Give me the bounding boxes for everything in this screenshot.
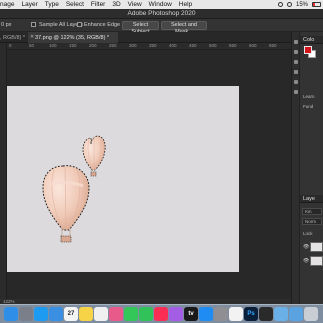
horizontal-ruler: 0 50 100 150 200 250 300 350 400 450 500… (7, 43, 291, 50)
system-menu-bar: nage Layer Type Select Filter 3D View Wi… (0, 0, 323, 9)
lock-label: Lock (303, 231, 313, 236)
select-subject-button[interactable]: Select Subject (122, 21, 159, 35)
large-balloon (42, 165, 90, 243)
select-and-mask-button[interactable]: Select and Mask... (161, 21, 207, 35)
options-left-text: 0 px (1, 22, 12, 28)
menu-select[interactable]: Select (66, 1, 84, 8)
dock-reminders-icon[interactable] (94, 307, 108, 321)
layer-thumbnail[interactable] (310, 256, 323, 266)
dock-facetime-icon[interactable] (124, 307, 138, 321)
dock-podcasts-icon[interactable] (169, 307, 183, 321)
balloon-image (42, 135, 106, 243)
status-icons: 15% (277, 0, 321, 9)
close-icon[interactable]: ✕ (30, 34, 34, 40)
eye-icon[interactable]: 👁 (303, 244, 309, 250)
enhance-edge-label: Enhance Edge (84, 22, 121, 28)
tab-active-document[interactable]: ✕ 37.png @ 122% (35, RGB/8) * (28, 32, 118, 43)
canvas-workspace[interactable] (7, 50, 291, 299)
enhance-edge-checkbox[interactable] (77, 22, 82, 27)
battery-icon[interactable] (312, 2, 321, 7)
learn-panel-sub: Fund (303, 104, 314, 109)
tab-active-label: 37.png @ 122% (35, RGB/8) * (35, 35, 110, 41)
ruler-mark: 100 (49, 43, 57, 48)
app-title-bar: Adobe Photoshop 2020 (0, 9, 323, 19)
ruler-mark: 300 (129, 43, 137, 48)
dock-finder-icon[interactable] (4, 307, 18, 321)
layers-panel-header[interactable]: Laye (300, 195, 323, 203)
panel-body: Colo Learn Fund Laye Kin Norm Lock 👁 👁 (300, 32, 323, 304)
properties-icon[interactable] (294, 50, 298, 54)
dock-photoshop-icon[interactable]: Ps (244, 307, 258, 321)
menu-help[interactable]: Help (179, 1, 192, 8)
dock-chrome-icon[interactable] (229, 307, 243, 321)
learn-panel-label[interactable]: Learn (303, 94, 315, 99)
battery-percent: 15% (295, 1, 308, 8)
macos-dock: 27 tv Ps (0, 304, 323, 323)
character-icon[interactable] (294, 80, 298, 84)
document-tab-bar: , RGB/8) * ✕ 37.png @ 122% (35, RGB/8) * (0, 32, 291, 43)
tab-previous-document[interactable]: , RGB/8) * (0, 32, 28, 43)
menu-type[interactable]: Type (45, 1, 59, 8)
layer-thumbnail[interactable] (310, 242, 323, 252)
small-balloon (82, 135, 106, 177)
menu-layer[interactable]: Layer (21, 1, 37, 8)
ruler-mark: 450 (189, 43, 197, 48)
ruler-mark: 400 (169, 43, 177, 48)
eye-icon[interactable]: 👁 (303, 258, 309, 264)
dock-trash-icon[interactable] (304, 307, 318, 321)
wifi-icon[interactable] (277, 2, 283, 7)
document-canvas[interactable] (7, 86, 239, 272)
history-icon[interactable] (294, 40, 298, 44)
menu-filter[interactable]: Filter (91, 1, 105, 8)
dock-music-icon[interactable] (154, 307, 168, 321)
ruler-mark: 600 (249, 43, 257, 48)
menu-window[interactable]: Window (149, 1, 172, 8)
dock-notes-icon[interactable] (79, 307, 93, 321)
ruler-mark: 0 (9, 43, 12, 48)
dock-messages-icon[interactable] (139, 307, 153, 321)
ruler-mark: 650 (269, 43, 277, 48)
ruler-mark: 500 (209, 43, 217, 48)
dock-settings-icon[interactable] (214, 307, 228, 321)
dock-appstore-icon[interactable] (199, 307, 213, 321)
layer-filter-input[interactable]: Kin (302, 208, 322, 215)
dock-calendar-icon[interactable]: 27 (64, 307, 78, 321)
adjustments-icon[interactable] (294, 70, 298, 74)
dock-terminal-icon[interactable] (259, 307, 273, 321)
ruler-mark: 250 (109, 43, 117, 48)
brush-settings-icon[interactable] (294, 60, 298, 64)
ruler-mark: 150 (69, 43, 77, 48)
window-title: Adobe Photoshop 2020 (127, 10, 196, 17)
ruler-mark: 200 (89, 43, 97, 48)
ruler-mark: 550 (229, 43, 237, 48)
blend-mode-select[interactable]: Norm (302, 218, 322, 225)
dock-folder-icon[interactable] (274, 307, 288, 321)
ruler-mark: 50 (29, 43, 35, 48)
menu-3d[interactable]: 3D (112, 1, 120, 8)
dock-safari-icon[interactable] (34, 307, 48, 321)
menu-view[interactable]: View (128, 1, 142, 8)
dock-tv-icon[interactable]: tv (184, 307, 198, 321)
ruler-mark: 350 (149, 43, 157, 48)
dock-photos-icon[interactable] (109, 307, 123, 321)
dock-mail-icon[interactable] (49, 307, 63, 321)
dock-launchpad-icon[interactable] (19, 307, 33, 321)
vertical-ruler (0, 43, 7, 299)
right-panels: Colo Learn Fund Laye Kin Norm Lock 👁 👁 (291, 32, 323, 304)
foreground-color-swatch[interactable] (304, 46, 312, 54)
panel-icon-column (292, 32, 300, 304)
menu-image[interactable]: nage (0, 1, 14, 8)
color-panel-header[interactable]: Colo (300, 36, 323, 44)
spotlight-icon[interactable] (286, 2, 292, 7)
sample-all-layers-checkbox[interactable] (31, 22, 36, 27)
options-bar: 0 px Sample All Layers Enhance Edge Sele… (0, 19, 323, 35)
paragraph-icon[interactable] (294, 90, 298, 94)
dock-downloads-icon[interactable] (289, 307, 303, 321)
